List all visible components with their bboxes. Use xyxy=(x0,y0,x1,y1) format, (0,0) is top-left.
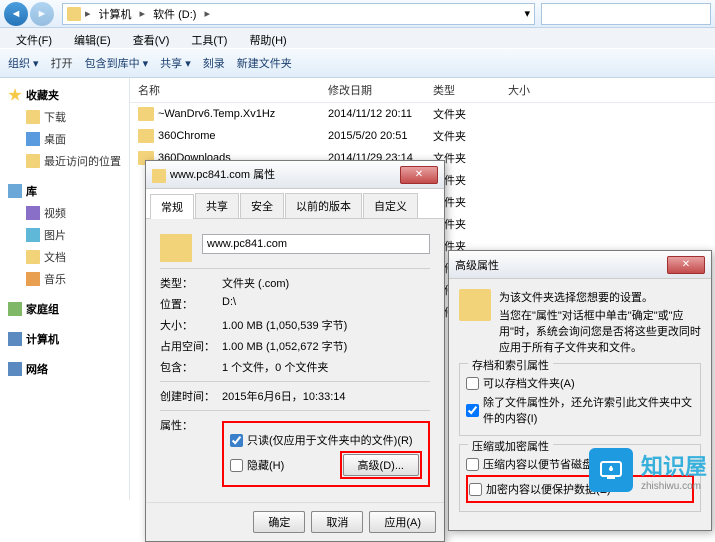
tree-documents[interactable]: 文档 xyxy=(8,246,121,268)
ok-button[interactable]: 确定 xyxy=(253,511,305,533)
tree-downloads[interactable]: 下载 xyxy=(8,106,121,128)
menu-edit[interactable]: 编辑(E) xyxy=(64,30,121,46)
tree-recent[interactable]: 最近访问的位置 xyxy=(8,150,121,172)
folder-icon xyxy=(160,234,192,262)
tab-security[interactable]: 安全 xyxy=(240,193,284,218)
folder-icon xyxy=(26,110,40,124)
music-icon xyxy=(26,272,40,286)
computer-icon xyxy=(8,332,22,346)
toolbar: 组织 ▾ 打开 包含到库中 ▾ 共享 ▾ 刻录 新建文件夹 xyxy=(0,48,715,78)
menubar: 文件(F) 编辑(E) 查看(V) 工具(T) 帮助(H) xyxy=(0,28,715,48)
tree-libraries[interactable]: 库 xyxy=(8,180,121,202)
nav-tree: 收藏夹 下载 桌面 最近访问的位置 库 视频 图片 文档 音乐 家庭组 计算机 … xyxy=(0,78,130,500)
tree-homegroup[interactable]: 家庭组 xyxy=(8,298,121,320)
address-bar[interactable]: ▸ 计算机 ▸ 软件 (D:) ▸ ▾ xyxy=(62,3,535,25)
search-input[interactable] xyxy=(541,3,711,25)
index-checkbox[interactable] xyxy=(466,404,479,417)
tree-network[interactable]: 网络 xyxy=(8,358,121,380)
readonly-checkbox[interactable] xyxy=(230,434,243,447)
apply-button[interactable]: 应用(A) xyxy=(369,511,436,533)
folder-icon xyxy=(152,169,166,183)
tb-burn[interactable]: 刻录 xyxy=(203,55,225,71)
cancel-button[interactable]: 取消 xyxy=(311,511,363,533)
watermark: 知识屋zhishiwu.com xyxy=(589,448,707,492)
folder-icon xyxy=(138,129,154,143)
drive-icon xyxy=(67,7,81,21)
tb-share[interactable]: 共享 ▾ xyxy=(160,55,191,71)
archive-group: 存档和索引属性 可以存档文件夹(A) 除了文件属性外，还允许索引此文件夹中文件的… xyxy=(459,363,701,436)
tree-pictures[interactable]: 图片 xyxy=(8,224,121,246)
encrypt-checkbox[interactable] xyxy=(469,483,482,496)
hidden-checkbox[interactable] xyxy=(230,459,243,472)
dialog-title: www.pc841.com 属性 xyxy=(152,166,275,182)
network-icon xyxy=(8,362,22,376)
addr-dropdown[interactable]: ▾ xyxy=(524,7,530,20)
close-button[interactable]: ✕ xyxy=(400,166,438,184)
compress-checkbox[interactable] xyxy=(466,458,479,471)
menu-view[interactable]: 查看(V) xyxy=(123,30,180,46)
folder-icon xyxy=(138,107,154,121)
tab-custom[interactable]: 自定义 xyxy=(363,193,418,218)
breadcrumb-seg[interactable]: 软件 (D:) xyxy=(149,5,200,23)
homegroup-icon xyxy=(8,302,22,316)
menu-tools[interactable]: 工具(T) xyxy=(181,30,237,46)
picture-icon xyxy=(26,228,40,242)
file-row[interactable]: ~WanDrv6.Temp.Xv1Hz2014/11/12 20:11文件夹 xyxy=(130,103,715,125)
close-button[interactable]: ✕ xyxy=(667,256,705,274)
tb-organize[interactable]: 组织 ▾ xyxy=(8,55,39,71)
properties-dialog: www.pc841.com 属性 ✕ 常规 共享 安全 以前的版本 自定义 类型… xyxy=(145,160,445,542)
tab-general[interactable]: 常规 xyxy=(150,194,194,219)
folder-name-input[interactable] xyxy=(202,234,430,254)
breadcrumb-seg[interactable]: 计算机 xyxy=(95,5,136,23)
column-headers[interactable]: 名称修改日期类型大小 xyxy=(130,78,715,103)
file-row[interactable]: 360Chrome2015/5/20 20:51文件夹 xyxy=(130,125,715,147)
tab-previous[interactable]: 以前的版本 xyxy=(285,193,362,218)
star-icon xyxy=(8,88,22,102)
tab-sharing[interactable]: 共享 xyxy=(195,193,239,218)
attributes-highlight: 只读(仅应用于文件夹中的文件)(R) 隐藏(H) 高级(D)... xyxy=(222,421,430,487)
dialog-title: 高级属性 xyxy=(455,257,499,273)
tree-computer[interactable]: 计算机 xyxy=(8,328,121,350)
recent-icon xyxy=(26,154,40,168)
tree-desktop[interactable]: 桌面 xyxy=(8,128,121,150)
tb-open[interactable]: 打开 xyxy=(51,55,73,71)
nav-back[interactable]: ◄ xyxy=(4,2,28,26)
watermark-icon xyxy=(589,448,633,492)
tree-videos[interactable]: 视频 xyxy=(8,202,121,224)
desktop-icon xyxy=(26,132,40,146)
tb-include[interactable]: 包含到库中 ▾ xyxy=(85,55,149,71)
nav-forward[interactable]: ► xyxy=(30,2,54,26)
tb-newfolder[interactable]: 新建文件夹 xyxy=(237,55,292,71)
document-icon xyxy=(26,250,40,264)
library-icon xyxy=(8,184,22,198)
tree-favorites[interactable]: 收藏夹 xyxy=(8,84,121,106)
archive-checkbox[interactable] xyxy=(466,377,479,390)
tree-music[interactable]: 音乐 xyxy=(8,268,121,290)
tab-bar: 常规 共享 安全 以前的版本 自定义 xyxy=(146,189,444,219)
folder-icon xyxy=(459,289,491,321)
menu-file[interactable]: 文件(F) xyxy=(6,30,62,46)
advanced-button[interactable]: 高级(D)... xyxy=(343,454,419,476)
menu-help[interactable]: 帮助(H) xyxy=(239,30,296,46)
video-icon xyxy=(26,206,40,220)
